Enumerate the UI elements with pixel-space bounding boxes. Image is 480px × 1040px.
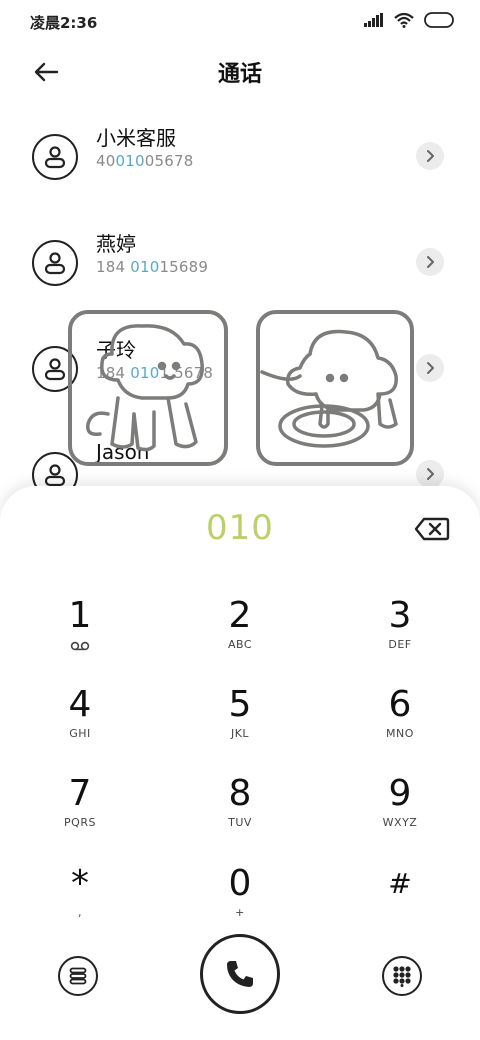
contact-name: 燕婷 (96, 232, 136, 256)
call-button[interactable] (200, 934, 280, 1014)
key-digit: # (388, 867, 412, 900)
person-icon (44, 358, 66, 381)
menu-icon (69, 967, 87, 985)
contact-detail-button[interactable] (416, 460, 444, 488)
dialed-number: 010 (206, 508, 274, 548)
wifi-icon (394, 12, 414, 28)
key-star[interactable]: * , (20, 864, 140, 944)
contact-name: 小米客服 (96, 126, 176, 150)
phone-icon (227, 961, 253, 987)
key-digit: 7 (68, 773, 92, 814)
signal-icon (364, 13, 383, 27)
key-letters: WXYZ (382, 816, 418, 829)
puppy-bowl-illustration (260, 329, 398, 448)
key-digit: 1 (68, 595, 92, 636)
contact-avatar (32, 240, 78, 286)
chevron-right-icon (427, 362, 434, 374)
status-bar: 凌晨2:36 (0, 0, 480, 44)
backspace-button[interactable] (412, 514, 452, 544)
key-letters: ABC (227, 638, 253, 651)
page-title: 通话 (217, 62, 262, 87)
key-9[interactable]: 9 WXYZ (340, 774, 460, 854)
status-time: 凌晨2:36 (30, 14, 98, 32)
chevron-right-icon (427, 256, 434, 268)
key-7[interactable]: 7 PQRS (20, 774, 140, 854)
key-letters: JKL (230, 727, 250, 740)
key-digit: 3 (388, 595, 412, 636)
key-digit: 4 (68, 684, 92, 725)
key-0[interactable]: 0 + (180, 864, 300, 944)
contact-item[interactable]: 小米客服 4001005678 (0, 126, 480, 224)
key-digit: 9 (388, 773, 412, 814)
puppy-bowl-sticker (256, 310, 414, 466)
key-1[interactable]: 1 (20, 596, 140, 676)
keypad-toggle-button[interactable] (382, 956, 422, 996)
key-letters: + (235, 906, 245, 919)
battery-icon (424, 12, 454, 28)
contact-detail-button[interactable] (416, 142, 444, 170)
keypad-icon (393, 966, 411, 987)
key-2[interactable]: 2 ABC (180, 596, 300, 676)
voicemail-icon (70, 641, 90, 651)
person-icon (44, 464, 66, 487)
contact-number: 184 01015689 (96, 258, 209, 276)
key-letters: GHI (69, 727, 91, 740)
header: 通话 (0, 44, 480, 100)
key-letters: DEF (388, 638, 412, 651)
person-icon (44, 252, 66, 275)
key-digit: 5 (228, 684, 252, 725)
key-4[interactable]: 4 GHI (20, 685, 140, 765)
backspace-icon (414, 517, 450, 541)
key-hash[interactable]: # (340, 864, 460, 944)
status-icons (364, 12, 454, 28)
key-5[interactable]: 5 JKL (180, 685, 300, 765)
key-digit: 2 (228, 595, 252, 636)
puppy-sticker (68, 310, 228, 466)
key-digit: 6 (388, 684, 412, 725)
key-digit: 8 (228, 773, 252, 814)
key-6[interactable]: 6 MNO (340, 685, 460, 765)
puppy-illustration (86, 324, 204, 452)
key-digit: 0 (228, 863, 252, 904)
key-digit: * (71, 863, 89, 904)
chevron-right-icon (427, 468, 434, 480)
key-letters: PQRS (64, 816, 96, 829)
key-letters: MNO (386, 727, 414, 740)
person-icon (44, 146, 66, 169)
chevron-right-icon (427, 150, 434, 162)
contact-avatar (32, 134, 78, 180)
contact-detail-button[interactable] (416, 354, 444, 382)
contact-number: 4001005678 (96, 152, 194, 170)
menu-button[interactable] (58, 956, 98, 996)
dialpad-panel: 010 1 2 ABC 3 DEF 4 GHI 5 JKL 6 MNO 7 PQ… (0, 486, 480, 1040)
key-8[interactable]: 8 TUV (180, 774, 300, 854)
contact-detail-button[interactable] (416, 248, 444, 276)
key-3[interactable]: 3 DEF (340, 596, 460, 676)
key-letters: TUV (228, 816, 252, 829)
key-letters: , (78, 906, 82, 919)
